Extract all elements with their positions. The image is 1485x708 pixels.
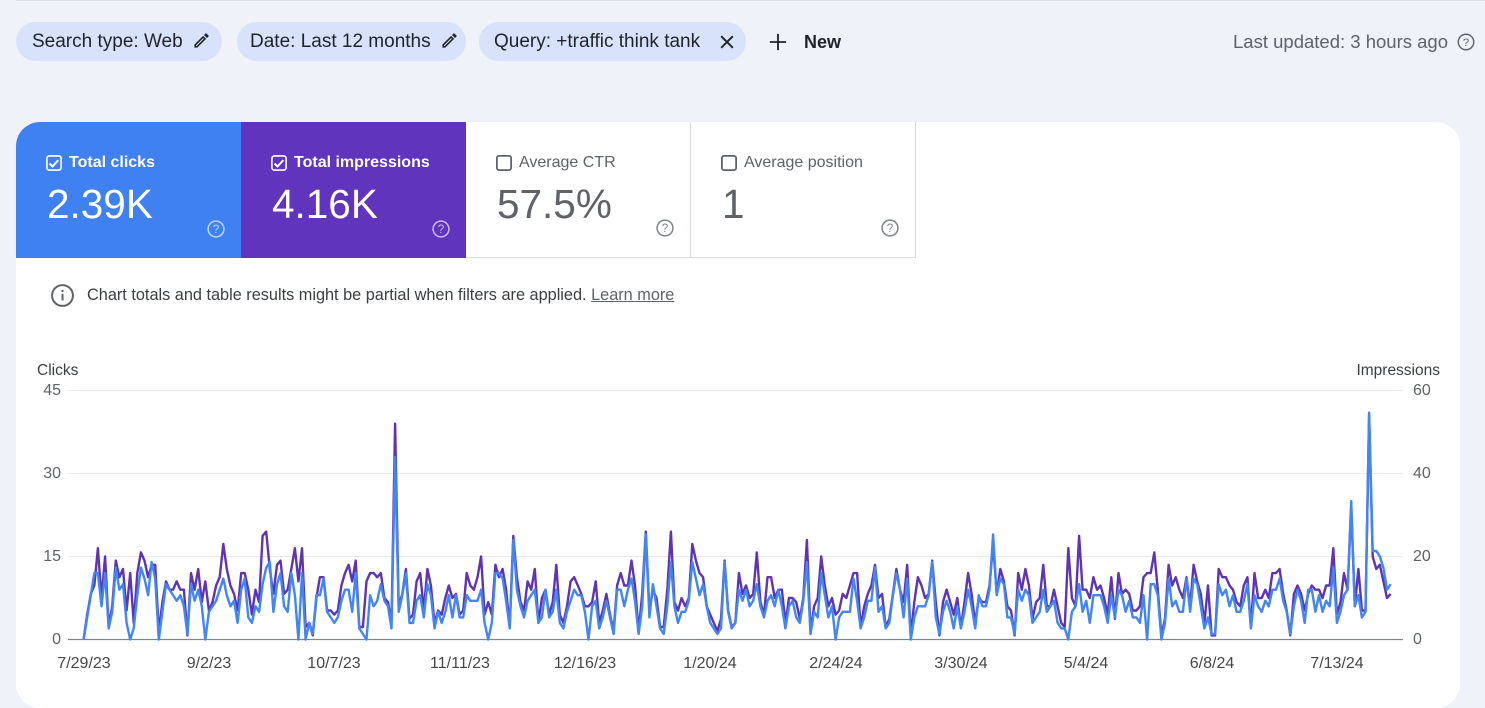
- svg-text:0: 0: [52, 631, 61, 648]
- svg-text:20: 20: [1413, 548, 1431, 565]
- svg-text:45: 45: [43, 382, 61, 399]
- svg-text:9/2/23: 9/2/23: [187, 655, 232, 672]
- svg-text:12/16/23: 12/16/23: [554, 655, 616, 672]
- svg-text:Impressions: Impressions: [1356, 362, 1440, 379]
- svg-text:30: 30: [43, 465, 61, 482]
- svg-text:2/24/24: 2/24/24: [809, 655, 862, 672]
- svg-text:7/29/23: 7/29/23: [57, 655, 110, 672]
- svg-text:3/30/24: 3/30/24: [934, 655, 987, 672]
- svg-text:60: 60: [1413, 382, 1431, 399]
- svg-text:11/11/23: 11/11/23: [430, 655, 490, 672]
- svg-text:6/8/24: 6/8/24: [1190, 655, 1235, 672]
- svg-text:7/13/24: 7/13/24: [1310, 655, 1363, 672]
- svg-text:Clicks: Clicks: [37, 362, 79, 379]
- svg-text:5/4/24: 5/4/24: [1064, 655, 1109, 672]
- svg-text:1/20/24: 1/20/24: [683, 655, 736, 672]
- svg-text:0: 0: [1413, 631, 1422, 648]
- svg-text:10/7/23: 10/7/23: [307, 655, 360, 672]
- svg-text:40: 40: [1413, 465, 1431, 482]
- svg-text:15: 15: [43, 548, 61, 565]
